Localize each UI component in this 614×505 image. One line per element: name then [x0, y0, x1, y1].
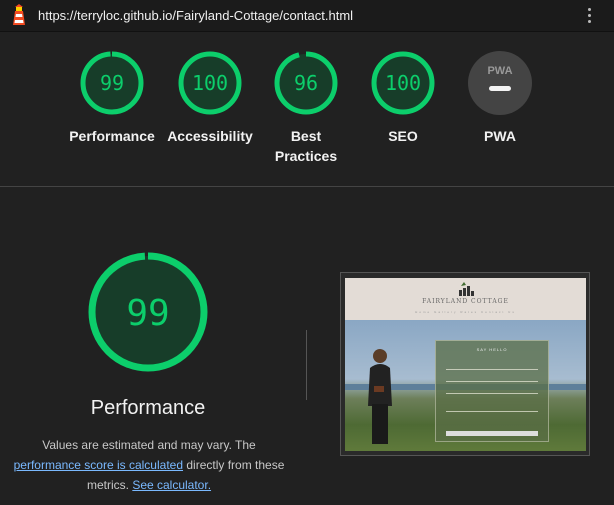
score-accessibility[interactable]: 100 Accessibility [162, 50, 258, 146]
contact-form: SAY HELLO [435, 340, 549, 442]
final-screenshot[interactable]: FAIRYLAND COTTAGE Home Gallery Rates Con… [340, 272, 590, 456]
desc-text: Values are estimated and may vary. The [42, 438, 256, 452]
site-brand: FAIRYLAND COTTAGE [422, 298, 509, 305]
screenshot-image: FAIRYLAND COTTAGE Home Gallery Rates Con… [345, 278, 586, 451]
vertical-divider [306, 330, 307, 400]
score-value: 100 [385, 71, 421, 95]
gauge-seo: 100 [371, 51, 435, 115]
score-calculation-link[interactable]: performance score is calculated [14, 458, 183, 472]
gauge-label: Performance [69, 128, 155, 144]
section-divider [0, 186, 614, 187]
score-pwa[interactable]: PWA PWA [452, 50, 548, 146]
desc-text: metrics. [86, 478, 129, 492]
score-value: 99 [100, 71, 124, 95]
site-header: FAIRYLAND COTTAGE Home Gallery Rates Con… [345, 278, 586, 320]
svg-text:PWA: PWA [487, 65, 512, 77]
large-score-value: 99 [126, 293, 169, 334]
person-figure [368, 349, 392, 444]
gauge-label: PWA [484, 128, 516, 144]
form-title: SAY HELLO [476, 347, 508, 352]
site-nav: Home Gallery Rates Contact Us [415, 310, 516, 314]
gauge-label: Accessibility [167, 128, 253, 144]
pwa-badge-icon: PWA [468, 51, 532, 115]
score-seo[interactable]: 100 SEO [355, 50, 451, 146]
score-value: 96 [294, 71, 318, 95]
cottage-logo-icon [459, 282, 474, 296]
performance-gauge-large: 99 [88, 252, 208, 372]
gauge-label: Best Practices [274, 128, 338, 164]
lighthouse-icon [13, 4, 25, 25]
gauge-accessibility: 100 [178, 51, 242, 115]
score-best-practices[interactable]: 96 Best Practices [258, 50, 354, 166]
more-vert-icon[interactable] [588, 8, 592, 24]
gauge-label: SEO [388, 128, 418, 144]
score-description: Values are estimated and may vary. The p… [0, 435, 298, 495]
gauge-best-practices: 96 [274, 51, 338, 115]
top-bar: https://terryloc.github.io/Fairyland-Cot… [0, 0, 614, 32]
page-url: https://terryloc.github.io/Fairyland-Cot… [38, 8, 354, 23]
detail-title: Performance [90, 397, 206, 419]
gauge-performance: 99 [80, 51, 144, 115]
score-performance[interactable]: 99 Performance [64, 50, 160, 146]
desc-text: directly from these [186, 458, 285, 472]
see-calculator-link[interactable]: See calculator. [132, 478, 211, 492]
score-value: 100 [192, 71, 228, 95]
